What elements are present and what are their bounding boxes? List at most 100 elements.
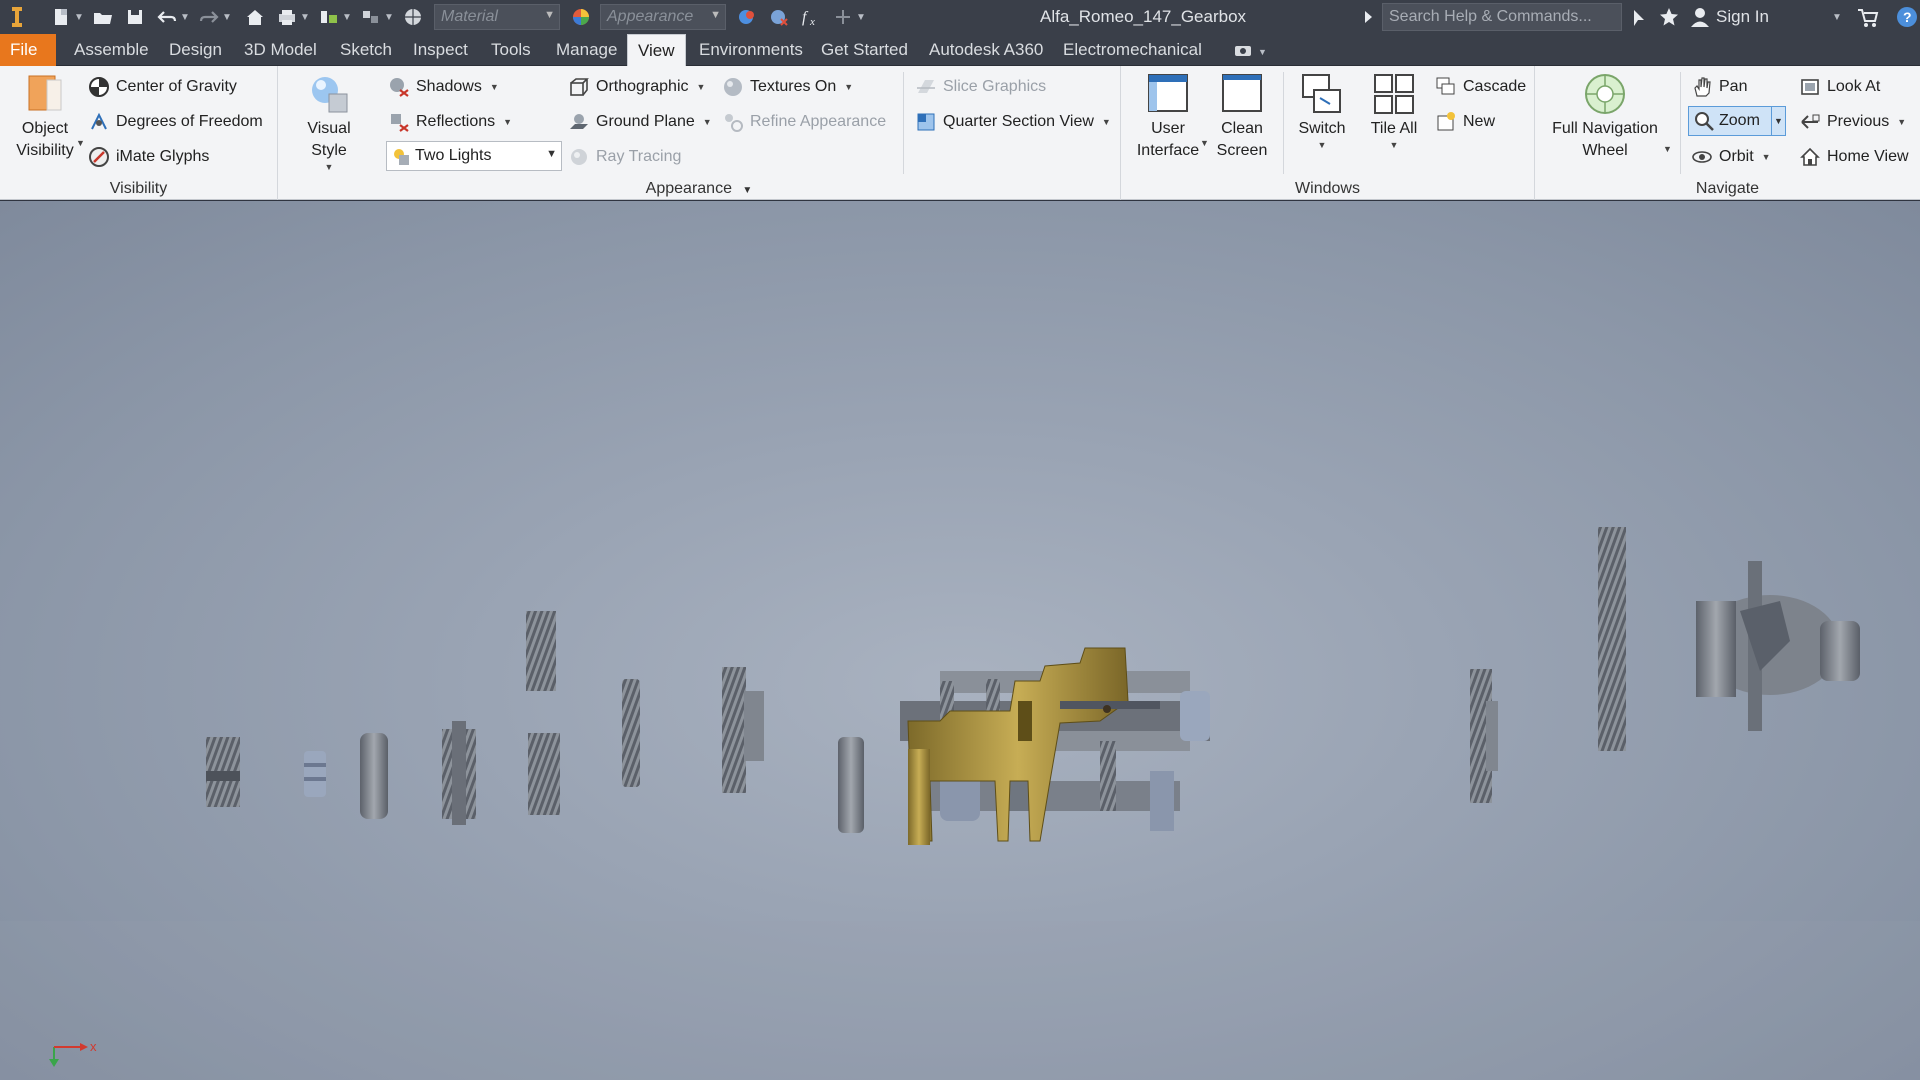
shadows-button[interactable]: Shadows ▼ <box>388 74 499 100</box>
communicate-icon[interactable] <box>1628 4 1650 30</box>
tab-file[interactable]: File <box>0 34 56 66</box>
appearance-sphere-icon[interactable] <box>568 4 594 30</box>
new-file-icon[interactable] <box>48 4 74 30</box>
ring-gear-part-11[interactable] <box>1598 527 1626 751</box>
gear-part-7[interactable] <box>622 679 640 787</box>
ring-part-9[interactable] <box>838 737 864 833</box>
home-icon[interactable] <box>242 4 268 30</box>
tab-inspect[interactable]: Inspect <box>403 34 478 66</box>
tab-design[interactable]: Design <box>159 34 232 66</box>
plus-icon[interactable] <box>830 4 856 30</box>
gear-part-5[interactable] <box>528 733 560 815</box>
clean-screen-button[interactable]: Clean Screen <box>1209 72 1275 162</box>
reflections-button[interactable]: Reflections ▼ <box>388 109 512 135</box>
lighting-style-select[interactable]: Two Lights ▼ <box>386 141 562 171</box>
favorites-star-icon[interactable] <box>1658 4 1680 30</box>
look-at-button[interactable]: Look At <box>1799 74 1880 100</box>
gear-part-6[interactable] <box>526 611 556 691</box>
info-arrow-icon[interactable] <box>1362 4 1374 30</box>
ribbon-display-options[interactable]: ▼ <box>1234 42 1267 62</box>
tab-assemble[interactable]: Assemble <box>64 34 159 66</box>
look-at-label: Look At <box>1827 78 1881 95</box>
zoom-dropdown-icon[interactable]: ▼ <box>1771 107 1785 135</box>
previous-view-label: Previous <box>1827 113 1890 130</box>
search-input[interactable]: Search Help & Commands... <box>1382 3 1622 31</box>
chevron-down-icon[interactable]: ▼ <box>1200 138 1209 148</box>
tab-autodesk-a360[interactable]: Autodesk A360 <box>919 34 1053 66</box>
open-folder-icon[interactable] <box>90 4 116 30</box>
clear-appearance-icon[interactable] <box>766 4 792 30</box>
parameters-fx-icon[interactable]: fx <box>798 4 824 30</box>
cart-icon[interactable] <box>1856 4 1880 30</box>
globe-icon[interactable] <box>400 4 426 30</box>
undo-icon[interactable] <box>154 4 180 30</box>
user-interface-button[interactable]: User Interface <box>1135 72 1201 162</box>
new-window-button[interactable]: New <box>1435 109 1495 135</box>
gear-part-1[interactable] <box>206 737 240 807</box>
tab-3d-model[interactable]: 3D Model <box>234 34 327 66</box>
pan-button[interactable]: Pan <box>1691 74 1747 100</box>
customize-dropdown-icon[interactable]: ▼ <box>856 4 866 30</box>
ground-plane-button[interactable]: Ground Plane ▼ <box>568 109 712 135</box>
panel-title-appearance[interactable]: Appearance ▼ <box>278 180 1120 198</box>
orbit-icon <box>1691 146 1713 168</box>
synchro-part-4[interactable] <box>442 721 476 825</box>
zoom-button[interactable]: Zoom ▼ <box>1688 106 1786 136</box>
redo-icon[interactable] <box>196 4 222 30</box>
tab-environments[interactable]: Environments <box>689 34 813 66</box>
redo-dropdown-icon[interactable]: ▼ <box>222 4 232 30</box>
tab-view[interactable]: View <box>627 34 686 67</box>
tab-get-started[interactable]: Get Started <box>811 34 918 66</box>
gear-part-8[interactable] <box>722 667 764 793</box>
material-combo[interactable]: Material ▼ <box>434 4 560 30</box>
select-dropdown-icon[interactable]: ▼ <box>384 4 394 30</box>
textures-on-button[interactable]: Textures On ▼ <box>722 74 853 100</box>
ring-part-3[interactable] <box>360 733 388 819</box>
inventor-logo-icon[interactable] <box>4 4 30 30</box>
help-icon[interactable]: ? <box>1896 4 1918 30</box>
tab-sketch[interactable]: Sketch <box>330 34 402 66</box>
adjust-appearance-icon[interactable] <box>734 4 760 30</box>
tab-manage[interactable]: Manage <box>546 34 627 66</box>
print-dropdown-icon[interactable]: ▼ <box>300 4 310 30</box>
degrees-of-freedom-button[interactable]: Degrees of Freedom <box>88 109 263 135</box>
save-icon[interactable] <box>122 4 148 30</box>
full-navigation-wheel-button[interactable]: Full Navigation Wheel <box>1543 72 1667 162</box>
select-icon[interactable] <box>358 4 384 30</box>
ray-tracing-button[interactable]: Ray Tracing <box>568 144 681 170</box>
refine-appearance-button[interactable]: Refine Appearance <box>722 109 886 135</box>
slice-graphics-button[interactable]: Slice Graphics <box>915 74 1046 100</box>
imate-glyphs-button[interactable]: iMate Glyphs <box>88 144 209 170</box>
gearbox-main-assembly[interactable] <box>900 647 1210 845</box>
account-dropdown-icon[interactable]: ▼ <box>1832 4 1842 30</box>
visual-style-button[interactable]: Visual Style ▼ <box>288 72 370 172</box>
print-icon[interactable] <box>274 4 300 30</box>
exploded-gearbox-model[interactable] <box>0 201 1920 1080</box>
chevron-down-icon[interactable]: ▼ <box>1663 144 1672 154</box>
new-dropdown-icon[interactable]: ▼ <box>74 4 84 30</box>
tab-tools[interactable]: Tools <box>481 34 541 66</box>
tab-electromechanical[interactable]: Electromechanical <box>1053 34 1212 66</box>
gear-part-10[interactable] <box>1470 669 1498 803</box>
center-of-gravity-button[interactable]: Center of Gravity <box>88 74 237 100</box>
sign-in-button[interactable]: Sign In <box>1690 4 1769 30</box>
bearing-part-2[interactable] <box>304 751 326 797</box>
panel-appearance: Visual Style ▼ Shadows ▼ Reflections ▼ T… <box>278 66 1121 200</box>
appearance-combo[interactable]: Appearance ▼ <box>600 4 726 30</box>
undo-dropdown-icon[interactable]: ▼ <box>180 4 190 30</box>
cascade-button[interactable]: Cascade <box>1435 74 1526 100</box>
orbit-button[interactable]: Orbit ▼ <box>1691 144 1771 170</box>
measure-icon[interactable] <box>316 4 342 30</box>
differential-part-12[interactable] <box>1696 561 1860 731</box>
orthographic-button[interactable]: Orthographic ▼ <box>568 74 705 100</box>
imate-glyphs-label: iMate Glyphs <box>116 148 210 165</box>
tile-all-button[interactable]: Tile All ▼ <box>1361 72 1427 150</box>
graphics-viewport[interactable]: x <box>0 201 1920 1080</box>
measure-dropdown-icon[interactable]: ▼ <box>342 4 352 30</box>
quarter-section-view-button[interactable]: Quarter Section View ▼ <box>915 109 1111 135</box>
previous-view-button[interactable]: Previous ▼ <box>1799 109 1906 135</box>
home-view-button[interactable]: Home View <box>1799 144 1909 170</box>
switch-button[interactable]: Switch ▼ <box>1289 72 1355 150</box>
object-visibility-button[interactable]: Object Visibility <box>8 72 82 162</box>
chevron-down-icon[interactable]: ▼ <box>76 138 85 148</box>
